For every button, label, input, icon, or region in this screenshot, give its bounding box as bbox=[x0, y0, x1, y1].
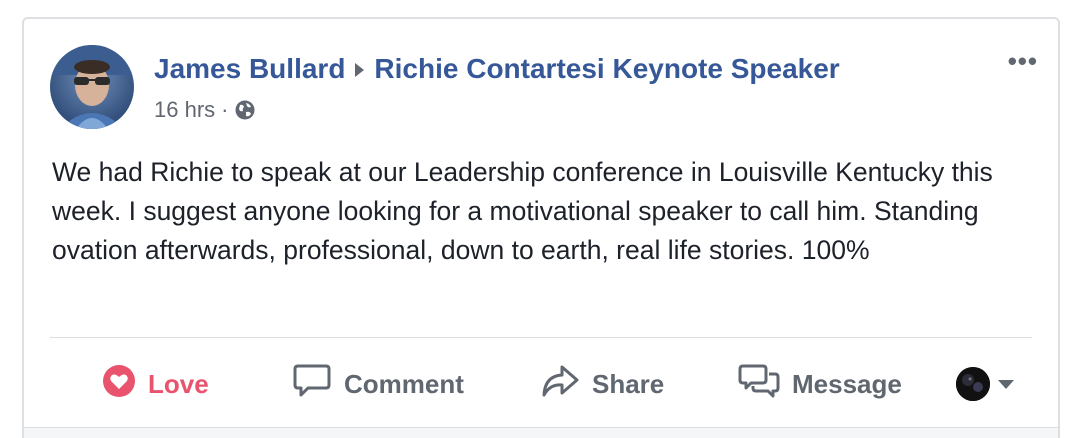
post-timestamp[interactable]: 16 hrs bbox=[154, 97, 215, 123]
profile-avatar bbox=[956, 367, 990, 401]
post-as-selector[interactable] bbox=[956, 367, 1014, 401]
share-arrow-icon bbox=[540, 363, 580, 406]
comment-label: Comment bbox=[344, 368, 464, 399]
heart-icon bbox=[102, 364, 136, 405]
share-button[interactable]: Share bbox=[540, 359, 664, 409]
share-label: Share bbox=[592, 368, 665, 399]
post-card: James Bullard Richie Contartesi Keynote … bbox=[22, 17, 1060, 438]
post-actions-bar: Love Comment Share Message bbox=[24, 359, 1058, 409]
triangle-arrow-icon bbox=[355, 63, 365, 77]
post-body-text: We had Richie to speak at our Leadership… bbox=[52, 157, 993, 265]
more-dots-icon[interactable]: ••• bbox=[1008, 48, 1038, 74]
page: James Bullard Richie Contartesi Keynote … bbox=[0, 0, 1080, 438]
messenger-icon bbox=[738, 363, 780, 406]
meta-separator: · bbox=[221, 97, 229, 122]
post-meta: 16 hrs · bbox=[154, 97, 256, 123]
actions-divider bbox=[50, 337, 1032, 338]
love-button[interactable]: Love bbox=[102, 359, 209, 409]
chevron-down-icon bbox=[998, 379, 1014, 389]
comments-area-strip bbox=[24, 427, 1058, 438]
love-label: Love bbox=[148, 368, 209, 399]
message-label: Message bbox=[792, 368, 902, 399]
post-header: James Bullard Richie Contartesi Keynote … bbox=[154, 53, 840, 85]
message-button[interactable]: Message bbox=[738, 359, 902, 409]
comment-icon bbox=[292, 363, 332, 406]
author-avatar[interactable] bbox=[50, 45, 134, 129]
target-page-link[interactable]: Richie Contartesi Keynote Speaker bbox=[374, 53, 839, 85]
author-name-link[interactable]: James Bullard bbox=[154, 53, 345, 85]
comment-button[interactable]: Comment bbox=[292, 359, 464, 409]
globe-icon[interactable] bbox=[234, 99, 256, 121]
